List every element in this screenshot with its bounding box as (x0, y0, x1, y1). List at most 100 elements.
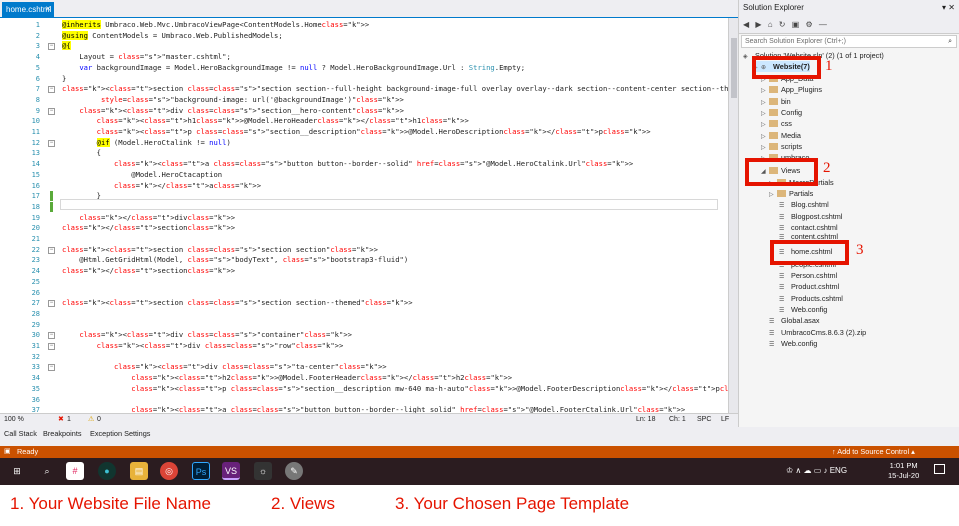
tree-item[interactable]: ▷ bin (761, 96, 791, 107)
code-line[interactable]: class="k"><class="t">section class=class… (62, 84, 728, 95)
fold-toggle-icon[interactable]: − (48, 86, 55, 94)
photoshop-icon[interactable]: Ps (192, 462, 210, 480)
tree-item[interactable]: ▷ Partials (769, 188, 813, 199)
line-number: 35 (31, 384, 40, 393)
warning-icon[interactable]: ⚠ (88, 414, 94, 425)
error-count[interactable]: 1 (67, 414, 71, 425)
line-number: 32 (31, 352, 40, 361)
fold-toggle-icon[interactable]: − (48, 139, 55, 147)
folder-icon (769, 131, 778, 139)
tree-item[interactable]: ☰ Blogpost.cshtml (779, 211, 843, 222)
chrome-icon[interactable]: ◎ (160, 462, 178, 480)
tree-item[interactable]: ☰ Product.cshtml (779, 281, 839, 292)
code-line[interactable]: @{ (62, 41, 71, 52)
code-line[interactable]: class="k"><class="t">div class=class="s"… (62, 106, 404, 117)
weather-app-icon[interactable]: ☼ (254, 462, 272, 480)
tab-breakpoints[interactable]: Breakpoints (43, 427, 82, 440)
fold-toggle-icon[interactable]: − (48, 43, 55, 51)
app-circle-icon[interactable]: ● (98, 462, 116, 480)
fold-toggle-icon[interactable]: − (48, 364, 55, 372)
folder-icon (769, 120, 778, 128)
tree-item-label: Media (781, 130, 801, 140)
tree-item[interactable]: ▷ Config (761, 107, 802, 118)
slack-icon[interactable]: # (66, 462, 84, 480)
tab-call-stack[interactable]: Call Stack (4, 427, 37, 440)
line-number: 34 (31, 374, 40, 383)
line-number: 11 (31, 128, 40, 136)
tree-item[interactable]: ▷ App_Plugins (761, 84, 822, 95)
search-icon[interactable]: ⌕ (948, 36, 952, 47)
paint-icon[interactable]: ✎ (285, 462, 303, 480)
fold-toggle-icon[interactable]: − (48, 343, 55, 350)
editor-vertical-scrollbar[interactable] (728, 18, 738, 413)
code-line[interactable]: class="k"></class="t">sectionclass="k">> (62, 266, 235, 277)
system-tray-icons[interactable]: ♔ ∧ ☁ ▭ ♪ ENG (786, 466, 847, 475)
code-line[interactable]: @Model.HeroCtacaption (62, 170, 222, 181)
code-line[interactable]: class="k"><class="t">div class=class="s"… (62, 362, 387, 373)
visual-studio-window: home.cshtml ✕ 1 2 3−4 5 6 7−8 9−10 11 12−13 14 15 1… (0, 0, 959, 458)
tree-item[interactable]: ☰ Products.cshtml (779, 293, 843, 304)
tree-item[interactable]: ▷ Media (761, 130, 801, 141)
tree-item[interactable]: ▷ css (761, 118, 792, 129)
tree-item[interactable]: ☰ Web.config (779, 304, 827, 315)
code-line[interactable]: @inherits Umbraco.Web.Mvc.UmbracoViewPag… (62, 20, 369, 31)
error-icon[interactable]: ✖ (58, 414, 64, 425)
code-line[interactable]: } (62, 191, 101, 202)
code-line[interactable]: class="k"></class="t">sectionclass="k">> (62, 223, 235, 234)
code-line[interactable]: class="k"><class="t">section class=class… (62, 245, 378, 256)
code-line[interactable]: class="k"><class="t">p class=class="s">"… (62, 384, 728, 395)
code-line[interactable]: @using ContentModels = Umbraco.Web.Publi… (62, 30, 283, 42)
close-icon[interactable]: ✕ (45, 2, 51, 18)
code-line[interactable]: class="k"><class="t">h1class="k">>@Model… (62, 116, 469, 127)
tree-item[interactable]: ☰ UmbracoCms.8.6.3 (2).zip (769, 327, 866, 338)
code-line[interactable]: @Html.GetGridHtml(Model, class="s">"body… (62, 255, 408, 266)
code-line[interactable]: var backgroundImage = Model.HeroBackgrou… (62, 63, 525, 74)
expand-icon[interactable]: ▷ (769, 190, 777, 201)
tab-exception-settings[interactable]: Exception Settings (90, 427, 150, 440)
notification-icon[interactable] (934, 464, 945, 474)
tree-item-label: Global.asax (781, 316, 820, 326)
search-icon[interactable]: ⌕ (38, 462, 56, 480)
code-line[interactable]: class="k"><class="t">h2class="k">>@Model… (62, 373, 512, 384)
file-explorer-icon[interactable]: ▤ (130, 462, 148, 480)
tree-item[interactable]: ▷ scripts (761, 141, 802, 152)
taskbar-clock[interactable]: 1:01 PM 15-Jul-20 (888, 461, 919, 481)
tree-item[interactable]: ☰ Global.asax (769, 315, 820, 326)
tree-item[interactable]: ☰ Blog.cshtml (779, 199, 829, 210)
tab-home-cshtml[interactable]: home.cshtml ✕ (2, 2, 54, 18)
code-line[interactable]: Layout = class="s">"master.cshtml"; (62, 52, 230, 63)
caption-page-template: 3. Your Chosen Page Template (395, 494, 630, 513)
tree-item[interactable]: ☰ Person.cshtml (779, 270, 837, 281)
line-number: 29 (31, 320, 40, 329)
zoom-level[interactable]: 100 % (4, 414, 24, 425)
code-line[interactable]: } (62, 74, 66, 85)
fold-toggle-icon[interactable]: − (48, 107, 55, 115)
code-line[interactable]: class="k"><class="t">div class=class="s"… (62, 341, 344, 352)
code-line[interactable]: class="k"><class="t">section class=class… (62, 298, 413, 309)
tree-item[interactable]: ☰ Web.config (769, 338, 817, 349)
code-line[interactable]: class="k"><class="t">div class=class="s"… (62, 330, 352, 341)
code-line[interactable]: class="k"></class="t">aclass="k">> (62, 181, 261, 192)
code-line[interactable]: class="k"><class="t">a class=class="s">"… (62, 159, 633, 170)
line-number: 14 (31, 160, 40, 169)
warning-count[interactable]: 0 (97, 414, 101, 425)
solution-explorer-toolbar[interactable]: ◀ ▶ ⌂ ↻ ▣ ⚙ — (739, 16, 959, 34)
fold-toggle-icon[interactable]: − (48, 300, 55, 308)
scrollbar-thumb[interactable] (731, 38, 737, 98)
line-number: 18 (31, 202, 40, 211)
fold-toggle-icon[interactable]: − (48, 332, 55, 340)
code-line[interactable]: @if (Model.HeroCtalink != null) (62, 137, 231, 149)
add-to-source-control-button[interactable]: ↑ Add to Source Control ▴ (832, 446, 915, 458)
code-line[interactable]: class="k"></class="t">divclass="k">> (62, 213, 235, 224)
pin-icon[interactable]: ▾ ✕ (942, 0, 955, 16)
windows-start-icon[interactable]: ⊞ (8, 462, 26, 480)
fold-toggle-icon[interactable]: − (48, 246, 55, 254)
code-line[interactable]: class="k"><class="t">p class=class="s">"… (62, 127, 651, 138)
visual-studio-icon[interactable]: VS (222, 462, 240, 480)
code-line[interactable]: { (62, 148, 101, 159)
code-editor[interactable]: 1 2 3−4 5 6 7−8 9−10 11 12−13 14 15 16 17 18 19 20 21 22−… (0, 18, 728, 413)
code-line[interactable]: style=class="s">"background-image: url('… (62, 95, 404, 106)
status-text: Ready (17, 447, 39, 456)
search-input[interactable]: Search Solution Explorer (Ctrl+;) ⌕ (741, 35, 957, 48)
code-line[interactable]: class="k"><class="t">a class=class="s">"… (62, 405, 685, 413)
